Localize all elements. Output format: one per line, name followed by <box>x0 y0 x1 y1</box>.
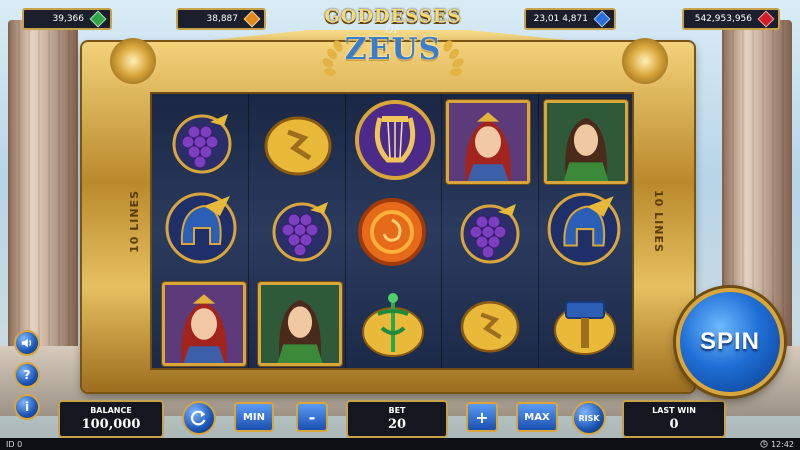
minus-icon: - <box>308 407 316 427</box>
clock: 12:42 <box>760 440 794 449</box>
help-button[interactable]: ? <box>14 362 40 388</box>
grapes-symbol <box>162 100 242 180</box>
spin-button[interactable]: SPIN <box>676 288 784 396</box>
lines-label-right: 10 LINES <box>652 190 665 253</box>
hammer-symbol <box>548 290 622 358</box>
grapes-symbol <box>450 190 530 270</box>
refresh-icon <box>190 410 206 426</box>
help-icon: ? <box>23 368 31 382</box>
balance-label: BALANCE <box>90 406 132 415</box>
coin-symbol <box>452 290 528 360</box>
caduceus-symbol <box>356 288 430 362</box>
helmet-symbol <box>160 184 242 266</box>
last-win-label: LAST WIN <box>652 406 696 415</box>
game-logo: GODDESSES OF ZEUS <box>318 6 468 86</box>
scroll-ornament-right <box>622 38 668 84</box>
laurel-right-icon <box>443 40 464 77</box>
bet-label: BET <box>388 406 406 415</box>
goddess-red-symbol <box>446 100 530 184</box>
min-bet-button[interactable]: MIN <box>234 402 274 432</box>
currency-bar-3: 23,01 4,871 <box>524 8 616 30</box>
goddess-green-symbol <box>258 282 342 366</box>
goddess-green-symbol <box>544 100 628 184</box>
scroll-ornament-left <box>110 38 156 84</box>
decrease-bet-button[interactable]: - <box>296 402 328 432</box>
max-bet-button[interactable]: MAX <box>516 402 558 432</box>
bet-panel: BET 20 <box>346 400 448 438</box>
currency-bar-1: 39,366 <box>22 8 112 30</box>
balance-value: 100,000 <box>81 417 141 432</box>
session-id: ID 0 <box>6 439 23 449</box>
red-gem-icon <box>757 10 775 28</box>
status-bar: ID 0 12:42 <box>0 438 800 450</box>
green-gem-icon <box>89 10 107 28</box>
currency-value: 39,366 <box>52 14 85 24</box>
grapes-symbol <box>262 188 342 268</box>
max-label: MAX <box>524 411 550 423</box>
blue-gem-icon <box>593 10 611 28</box>
background-column-left <box>8 20 78 350</box>
min-label: MIN <box>242 411 266 423</box>
orange-gem-icon <box>243 10 261 28</box>
currency-value: 38,887 <box>206 14 239 24</box>
lyre-symbol <box>350 96 440 182</box>
risk-label: RISK <box>578 413 600 423</box>
clock-icon <box>760 440 768 448</box>
helmet-symbol <box>542 184 626 268</box>
increase-bet-button[interactable]: + <box>466 402 498 432</box>
info-icon: i <box>24 400 30 414</box>
laurel-left-icon <box>322 40 343 77</box>
spin-label: SPIN <box>699 328 760 355</box>
shield-sun-symbol <box>354 194 430 270</box>
last-win-panel: LAST WIN 0 <box>622 400 726 438</box>
info-button[interactable]: i <box>14 394 40 420</box>
sound-icon <box>21 338 32 348</box>
currency-value: 542,953,956 <box>694 14 752 24</box>
lines-label-left: 10 LINES <box>128 190 141 253</box>
goddess-red-symbol <box>162 282 246 366</box>
currency-value: 23,01 4,871 <box>533 14 588 24</box>
autoplay-button[interactable] <box>182 401 216 435</box>
coin-symbol <box>258 104 338 184</box>
last-win-value: 0 <box>669 417 679 432</box>
clock-time: 12:42 <box>770 439 794 449</box>
bet-value: 20 <box>387 417 407 432</box>
balance-panel: BALANCE 100,000 <box>58 400 164 438</box>
logo-line1: GODDESSES <box>324 6 462 27</box>
currency-bar-2: 38,887 <box>176 8 266 30</box>
sound-button[interactable] <box>14 330 40 356</box>
currency-bar-4: 542,953,956 <box>682 8 780 30</box>
risk-button[interactable]: RISK <box>572 401 606 435</box>
plus-icon: + <box>475 407 489 427</box>
